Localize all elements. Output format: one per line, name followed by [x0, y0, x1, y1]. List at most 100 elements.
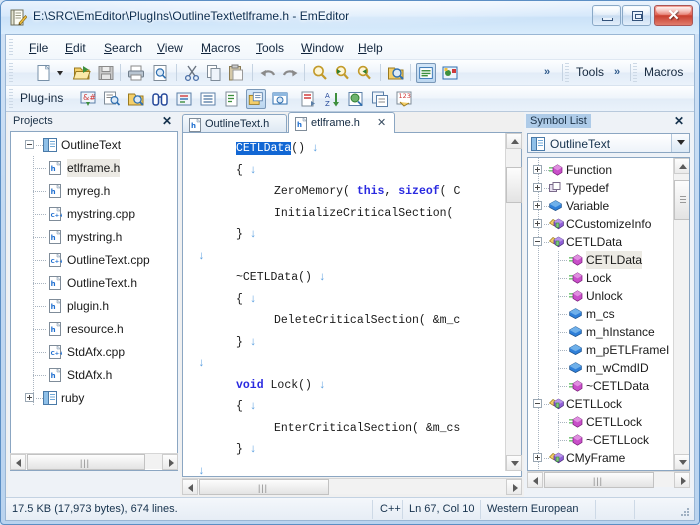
- close-button[interactable]: ✕: [654, 5, 693, 26]
- html-bar-icon[interactable]: [222, 89, 242, 109]
- tools-overflow-chevron[interactable]: »: [614, 66, 620, 78]
- expander-slot[interactable]: [25, 136, 36, 154]
- project-tree-item[interactable]: h StdAfx.h: [11, 366, 177, 384]
- expander-slot[interactable]: [533, 395, 544, 413]
- symbol-tree-item[interactable]: CETLData: [528, 233, 689, 251]
- project-tree-item[interactable]: OutlineText: [11, 136, 177, 154]
- code-content[interactable]: CETLData() ↓{ ↓ZeroMemory( this, sizeof(…: [184, 134, 504, 477]
- project-tree-item[interactable]: h myreg.h: [11, 182, 177, 200]
- symbol-tree-item[interactable]: Unlock: [528, 287, 689, 305]
- paste-icon[interactable]: [226, 63, 246, 83]
- symbol-tree-item[interactable]: Typedef: [528, 179, 689, 197]
- symbol-list-close-icon[interactable]: ✕: [674, 114, 684, 128]
- menu-window[interactable]: Window: [294, 39, 351, 57]
- project-tree-item[interactable]: ruby: [11, 389, 177, 407]
- projects-pane-close-icon[interactable]: ✕: [162, 114, 172, 128]
- symbol-tree-item[interactable]: m_wCmdID: [528, 359, 689, 377]
- project-tree-item[interactable]: C++ mystring.cpp: [11, 205, 177, 223]
- editor-vscroll-thumb[interactable]: [506, 167, 522, 203]
- expand-icon[interactable]: [533, 453, 542, 462]
- project-tree-item[interactable]: h mystring.h: [11, 228, 177, 246]
- symbol-scope-combobox[interactable]: OutlineText: [527, 133, 690, 153]
- project-tree-item[interactable]: h etlframe.h: [11, 159, 177, 177]
- toggle-wordwrap-icon[interactable]: [416, 63, 436, 83]
- find-binocular-icon[interactable]: [150, 89, 170, 109]
- tools-toolbar-grip[interactable]: [565, 63, 569, 82]
- insert-icon[interactable]: [298, 89, 318, 109]
- expander-slot[interactable]: [25, 389, 36, 407]
- project-tree-item[interactable]: h plugin.h: [11, 297, 177, 315]
- snippets-icon[interactable]: [174, 89, 194, 109]
- symbol-hscroll-right-button[interactable]: [674, 472, 690, 488]
- menu-macros[interactable]: Macros: [194, 39, 247, 57]
- menu-edit[interactable]: Edit: [58, 39, 93, 57]
- menubar-grip[interactable]: [9, 39, 13, 56]
- status-caret-position[interactable]: Ln 67, Col 10: [409, 503, 474, 515]
- new-file-icon[interactable]: [34, 63, 54, 83]
- editor-vscrollbar[interactable]: [505, 133, 521, 471]
- print-preview-icon[interactable]: [150, 63, 170, 83]
- cut-icon[interactable]: [182, 63, 202, 83]
- find-previous-icon[interactable]: [354, 63, 374, 83]
- symbol-hscroll-left-button[interactable]: [527, 472, 543, 488]
- open-file-icon[interactable]: [72, 63, 92, 83]
- expander-slot[interactable]: [533, 215, 544, 233]
- symbol-tree-item[interactable]: CETLLock: [528, 395, 689, 413]
- editor-hscroll-right-button[interactable]: [506, 479, 522, 495]
- projects-hscroll-right-button[interactable]: [162, 454, 178, 470]
- find-icon[interactable]: [310, 63, 330, 83]
- explorer-icon[interactable]: [270, 89, 290, 109]
- new-file-dropdown-icon[interactable]: [54, 63, 66, 83]
- symbol-tree-item[interactable]: Lock: [528, 269, 689, 287]
- projects-tree[interactable]: OutlineText h etlframe.h h myreg.h C++ m…: [10, 131, 178, 471]
- expander-slot[interactable]: [533, 161, 544, 179]
- undo-icon[interactable]: [258, 63, 278, 83]
- minimize-button[interactable]: [592, 5, 621, 26]
- status-language[interactable]: C++: [380, 503, 401, 515]
- editor-tab-outlinetext-h[interactable]: h OutlineText.h: [182, 114, 287, 133]
- symbol-tree-item[interactable]: ~CETLLock: [528, 431, 689, 449]
- editor-hscroll-left-button[interactable]: [182, 479, 198, 495]
- projects-hscroll-left-button[interactable]: [10, 454, 26, 470]
- collapse-icon[interactable]: [25, 140, 34, 149]
- plugins-toolbar-grip[interactable]: [9, 89, 13, 108]
- toolbar-grip[interactable]: [9, 63, 13, 82]
- menu-view[interactable]: View: [150, 39, 190, 57]
- projects-icon[interactable]: [126, 89, 146, 109]
- expand-icon[interactable]: [533, 201, 542, 210]
- word-complete-icon[interactable]: [102, 89, 122, 109]
- menu-tools[interactable]: Tools: [249, 39, 291, 57]
- symbol-tree-item[interactable]: CCustomizeInfo: [528, 215, 689, 233]
- find-next-icon[interactable]: [332, 63, 352, 83]
- redo-icon[interactable]: [280, 63, 300, 83]
- expander-slot[interactable]: [533, 197, 544, 215]
- project-tree-item[interactable]: C++ OutlineText.cpp: [11, 251, 177, 269]
- editor-hscroll-thumb[interactable]: |||: [199, 479, 329, 495]
- symbol-tree-item[interactable]: Variable: [528, 197, 689, 215]
- symbol-tree-item[interactable]: CETLLock: [528, 413, 689, 431]
- projects-hscrollbar[interactable]: |||: [10, 453, 178, 469]
- symbol-hscrollbar[interactable]: |||: [527, 471, 690, 487]
- html-toolbar-icon[interactable]: &#: [78, 89, 98, 109]
- outline-text-icon[interactable]: [246, 89, 266, 109]
- expander-slot[interactable]: [533, 449, 544, 467]
- symbol-hscroll-thumb[interactable]: |||: [544, 472, 654, 488]
- web-preview-icon[interactable]: [346, 89, 366, 109]
- toolbar-overflow-chevron[interactable]: »: [544, 66, 550, 78]
- collapse-icon[interactable]: [533, 399, 542, 408]
- expand-icon[interactable]: [533, 165, 542, 174]
- copy-icon[interactable]: [204, 63, 224, 83]
- menu-search[interactable]: Search: [97, 39, 149, 57]
- symbol-vscroll-down-button[interactable]: [674, 454, 690, 470]
- macros-toolbar-grip[interactable]: [633, 63, 637, 82]
- menu-help[interactable]: Help: [351, 39, 390, 57]
- project-tree-item[interactable]: h resource.h: [11, 320, 177, 338]
- menu-file[interactable]: File: [22, 39, 55, 57]
- symbol-tree-item[interactable]: CETLData: [528, 251, 689, 269]
- editor-tab-close-icon[interactable]: ✕: [377, 116, 386, 129]
- editor-hscrollbar[interactable]: |||: [182, 478, 522, 494]
- editor-vscroll-up-button[interactable]: [506, 133, 522, 149]
- symbol-tree-item[interactable]: Function: [528, 161, 689, 179]
- save-file-icon[interactable]: [96, 63, 116, 83]
- expand-icon[interactable]: [533, 183, 542, 192]
